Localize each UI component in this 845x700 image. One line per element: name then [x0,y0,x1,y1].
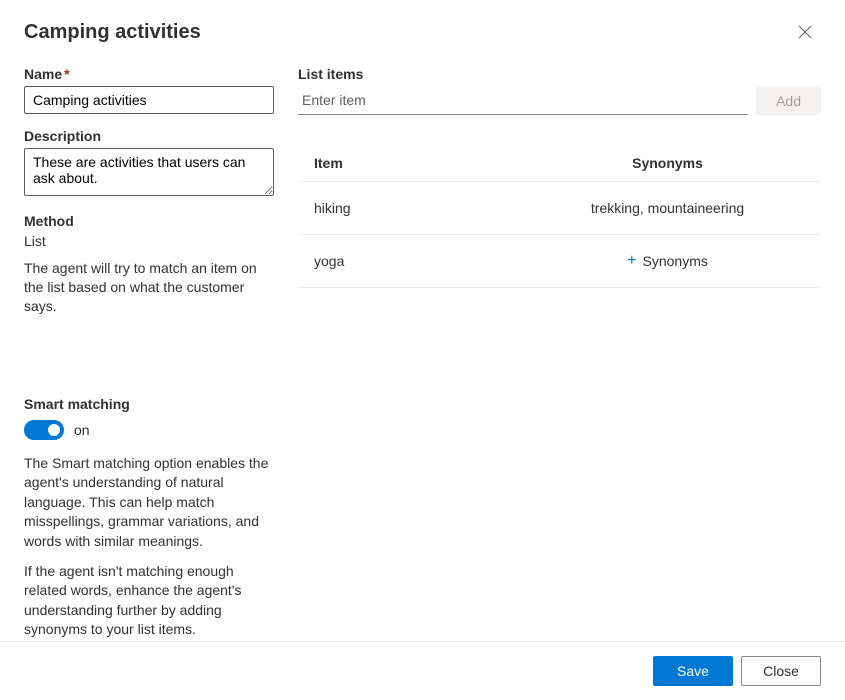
save-button[interactable]: Save [653,656,733,686]
close-button[interactable]: Close [741,656,821,686]
table-row[interactable]: hiking trekking, mountaineering [298,182,821,235]
page-title: Camping activities [24,21,201,44]
add-button[interactable]: Add [756,87,821,115]
add-synonyms-button[interactable]: + Synonyms [530,253,805,269]
table-row[interactable]: yoga + Synonyms [298,235,821,288]
plus-icon: + [627,253,636,269]
smart-matching-desc-2: If the agent isn't matching enough relat… [24,562,274,640]
method-description: The agent will try to match an item on t… [24,259,274,316]
name-label: Name* [24,66,274,82]
close-icon[interactable] [789,16,821,48]
item-name: hiking [314,200,530,216]
column-header-synonyms: Synonyms [530,155,805,171]
name-input[interactable] [24,86,274,114]
smart-matching-heading: Smart matching [24,396,274,412]
add-synonyms-label: Synonyms [643,253,708,269]
smart-matching-desc-1: The Smart matching option enables the ag… [24,454,274,552]
enter-item-input[interactable] [298,86,748,115]
list-items-label: List items [298,66,821,82]
column-header-item: Item [314,155,530,171]
smart-matching-toggle[interactable] [24,420,64,440]
toggle-state-label: on [74,422,90,438]
item-synonyms: trekking, mountaineering [530,200,805,216]
item-name: yoga [314,253,530,269]
required-asterisk-icon: * [64,66,69,82]
method-value: List [24,233,274,249]
method-label: Method [24,213,274,229]
description-textarea[interactable] [24,148,274,196]
description-label: Description [24,128,274,144]
